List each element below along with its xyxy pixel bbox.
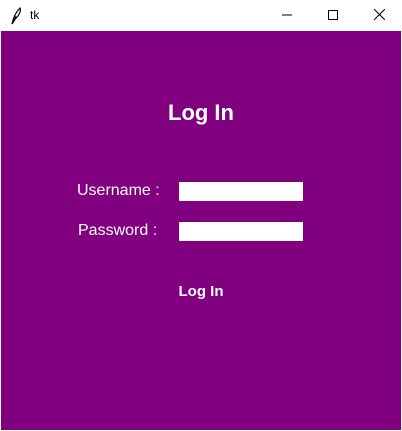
app-window: tk Log In Username : Password : Log In [0,0,402,431]
password-input[interactable] [179,222,303,241]
login-button[interactable]: Log In [161,279,241,303]
title-bar[interactable]: tk [0,0,402,31]
minimize-button[interactable] [264,0,310,31]
maximize-button[interactable] [310,0,356,31]
feather-icon [9,6,23,25]
page-title: Log In [168,100,234,125]
close-icon [373,7,385,25]
username-input[interactable] [179,182,303,201]
maximize-icon [328,7,338,25]
minimize-icon [282,7,292,25]
login-panel: Log In Username : Password : Log In [1,31,401,430]
window-title: tk [30,8,40,22]
password-label: Password : [78,222,158,239]
username-label: Username : [77,182,160,199]
close-button[interactable] [356,0,402,31]
